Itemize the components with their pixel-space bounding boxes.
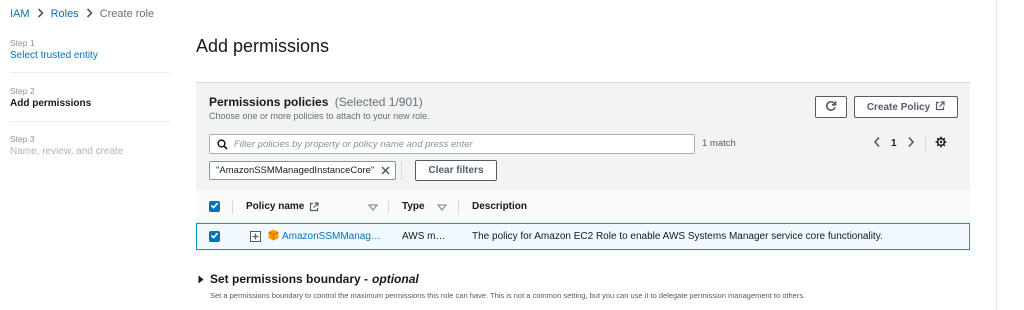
step-number: Step 3: [10, 134, 35, 144]
step-number: Step 2: [10, 86, 35, 96]
search-placeholder: Filter policies by property or policy na…: [234, 138, 473, 150]
column-divider: [458, 200, 459, 214]
match-count: 1 match: [702, 138, 736, 149]
chevron-right-icon: [37, 8, 44, 20]
step-divider: [10, 72, 170, 73]
column-divider: [232, 200, 233, 214]
boundary-description: Set a permissions boundary to control th…: [210, 291, 806, 300]
panel-title-text: Permissions policies: [209, 95, 329, 109]
column-header-description: Description: [472, 201, 528, 212]
sort-caret-down-icon[interactable]: [436, 203, 448, 214]
policy-name-header-label: Policy name: [246, 201, 305, 212]
aws-managed-policy-icon: [268, 229, 279, 244]
breadcrumb: IAM Roles Create role: [10, 7, 154, 21]
policies-table-header: Policy name Type Description: [196, 190, 970, 223]
wizard-step-3: Step 3 Name, review, and create: [10, 134, 170, 158]
boundary-optional-label: optional: [372, 272, 419, 286]
page-scrollbar[interactable]: [996, 0, 997, 310]
clear-filters-button[interactable]: Clear filters: [415, 160, 497, 181]
step-disabled-name-review-create: Name, review, and create: [10, 146, 124, 157]
create-policy-button[interactable]: Create Policy: [854, 96, 958, 118]
policy-description-cell: The policy for Amazon EC2 Role to enable…: [472, 231, 883, 242]
page-title: Add permissions: [196, 36, 330, 56]
selected-count: (Selected 1/901): [334, 95, 423, 109]
search-icon: [217, 138, 228, 150]
row-checkbox[interactable]: [209, 231, 220, 242]
step-current-add-permissions: Add permissions: [10, 98, 92, 109]
step-divider: [10, 121, 170, 122]
policy-name-link[interactable]: AmazonSSMManag…: [282, 231, 381, 242]
panel-title: Permissions policies (Selected 1/901): [209, 95, 423, 109]
current-page-number[interactable]: 1: [891, 138, 897, 149]
remove-filter-close-icon[interactable]: [381, 166, 390, 175]
create-policy-label: Create Policy: [866, 101, 931, 113]
filter-token-label: "AmazonSSMManagedInstanceCore": [216, 165, 375, 176]
table-row[interactable]: AmazonSSMManag… AWS m… The policy for Am…: [196, 223, 970, 250]
select-all-checkbox[interactable]: [209, 201, 220, 212]
pagination: 1: [873, 135, 947, 151]
checkmark-icon: [210, 201, 219, 213]
checkmark-icon: [210, 231, 219, 243]
previous-page-icon[interactable]: [873, 136, 881, 151]
breadcrumb-current: Create role: [99, 8, 155, 20]
caret-right-icon: [198, 275, 204, 284]
breadcrumb-iam-link[interactable]: IAM: [10, 8, 30, 20]
sort-caret-down-icon[interactable]: [367, 203, 379, 214]
permissions-boundary-toggle[interactable]: Set permissions boundary - optional: [198, 272, 419, 286]
filter-divider: [401, 161, 402, 180]
step-number: Step 1: [10, 38, 35, 48]
breadcrumb-roles-link[interactable]: Roles: [51, 8, 79, 20]
settings-gear-icon[interactable]: [935, 136, 947, 151]
wizard-step-2: Step 2 Add permissions: [10, 86, 170, 110]
refresh-icon: [825, 100, 837, 115]
clear-filters-label: Clear filters: [428, 165, 484, 176]
external-link-icon: [309, 201, 319, 212]
panel-description: Choose one or more policies to attach to…: [209, 111, 430, 121]
step-link-select-trusted-entity[interactable]: Select trusted entity: [10, 49, 170, 62]
policy-search-input[interactable]: Filter policies by property or policy na…: [209, 134, 695, 154]
filter-token: "AmazonSSMManagedInstanceCore": [209, 161, 397, 180]
column-divider: [388, 200, 389, 214]
next-page-icon[interactable]: [907, 136, 915, 151]
column-header-type[interactable]: Type: [402, 201, 425, 212]
chevron-right-icon: [86, 8, 93, 20]
boundary-title-text: Set permissions boundary -: [210, 272, 369, 286]
expand-row-icon[interactable]: [250, 231, 261, 245]
pager-divider: [924, 135, 926, 151]
external-link-icon: [935, 100, 945, 114]
refresh-button[interactable]: [815, 96, 847, 118]
column-header-policy-name[interactable]: Policy name: [246, 201, 319, 212]
wizard-step-1[interactable]: Step 1 Select trusted entity: [10, 38, 170, 62]
policy-type-cell: AWS m…: [402, 231, 446, 242]
